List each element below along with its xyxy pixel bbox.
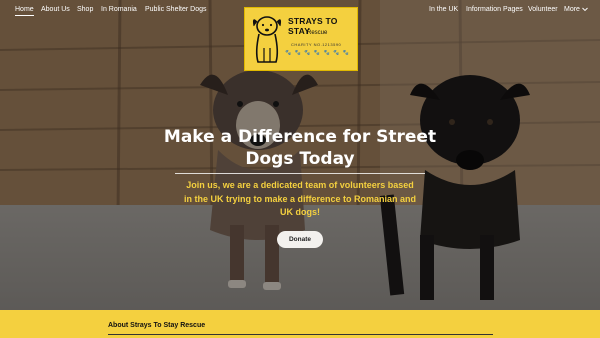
site-logo[interactable]: STRAYS TO STAY Rescue CHARITY NO.1213590… <box>244 7 358 71</box>
hero-headline-line1: Make a Difference for Street <box>163 127 437 147</box>
nav-shop[interactable]: Shop <box>77 6 93 13</box>
hero-subtext-line1: Join us, we are a dedicated team of volu… <box>186 180 414 190</box>
hero-subtext: Join us, we are a dedicated team of volu… <box>180 179 420 220</box>
logo-subtitle: Rescue <box>307 30 328 36</box>
nav-more[interactable]: More <box>564 6 588 13</box>
nav-volunteer[interactable]: Volunteer <box>528 6 558 13</box>
chevron-down-icon <box>582 7 588 11</box>
hero-subtext-line3: UK dogs! <box>280 207 320 217</box>
hero-headline-block: Make a Difference for Street Dogs Today <box>0 126 600 170</box>
sitting-dog-icon <box>252 16 282 63</box>
hero-subtext-line2: in the UK trying to make a difference to… <box>183 193 417 204</box>
about-underline <box>108 334 493 335</box>
nav-home[interactable]: Home <box>15 6 34 16</box>
nav-about-us[interactable]: About Us <box>41 6 70 13</box>
hero-divider <box>175 173 425 174</box>
nav-more-label: More <box>564 6 580 13</box>
nav-in-romania[interactable]: In Romania <box>101 6 137 13</box>
donate-button[interactable]: Donate <box>277 231 323 248</box>
about-section-title: About Strays To Stay Rescue <box>108 322 206 329</box>
charity-number: CHARITY NO.1213590 <box>291 42 342 47</box>
hero-headline-line2: Dogs Today <box>245 149 355 169</box>
nav-in-the-uk[interactable]: In the UK <box>429 6 458 13</box>
paw-prints: 🐾 🐾 🐾 🐾 🐾 🐾 🐾 <box>285 50 350 56</box>
nav-public-shelter-dogs[interactable]: Public Shelter Dogs <box>145 6 206 13</box>
nav-information-pages[interactable]: Information Pages <box>466 6 523 13</box>
